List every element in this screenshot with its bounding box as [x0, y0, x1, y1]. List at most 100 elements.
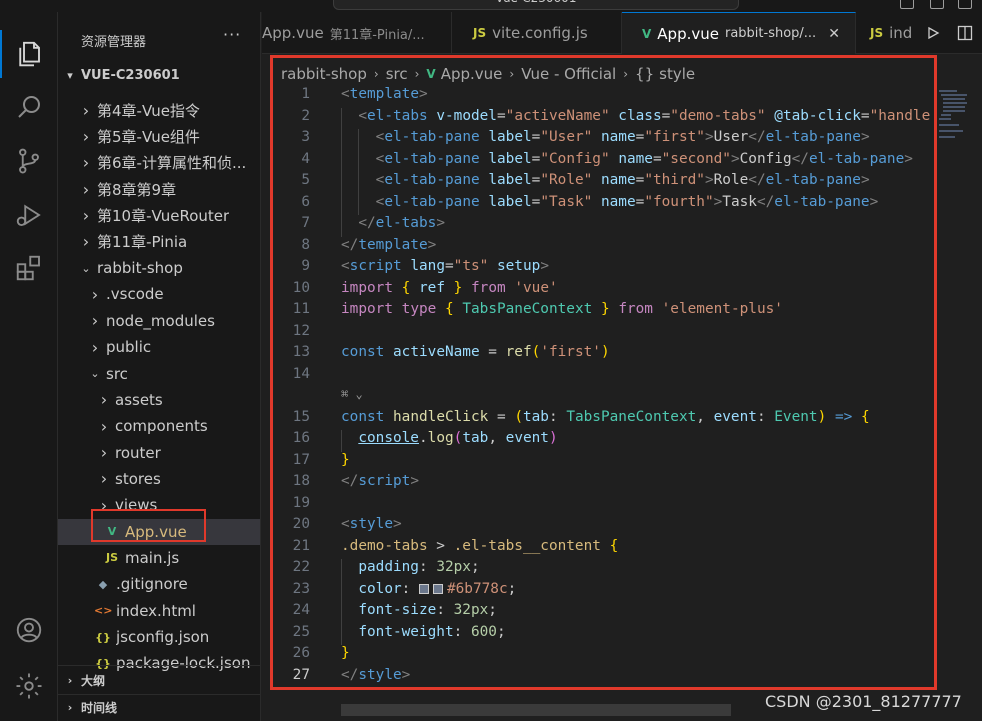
code-line[interactable]: 15 const handleClick = (tab: TabsPaneCont…	[262, 409, 942, 431]
code-line[interactable]: 13 const activeName = ref('first')	[262, 344, 942, 366]
extensions-icon[interactable]	[11, 250, 47, 286]
breadcrumb-item[interactable]: src	[386, 65, 408, 83]
code-line[interactable]: 12	[262, 323, 942, 345]
customize-layout-icon[interactable]	[958, 0, 972, 9]
code-line[interactable]: 10 import { ref } from 'vue'	[262, 280, 942, 302]
horizontal-scrollbar[interactable]	[341, 704, 731, 716]
run-debug-icon[interactable]	[11, 197, 47, 233]
folder-6[interactable]: › 第6章-计算属性和侦...	[58, 150, 260, 176]
breadcrumb-item[interactable]: Vue - Official	[521, 65, 616, 83]
breadcrumb-item[interactable]: rabbit-shop	[281, 65, 367, 83]
outline-panel-header[interactable]: › 大纲	[58, 667, 260, 693]
folder-stores[interactable]: › stores	[58, 466, 260, 492]
folder-assets[interactable]: › assets	[58, 387, 260, 413]
breadcrumb-item[interactable]: App.vue	[441, 65, 503, 83]
code-line[interactable]: 5 <el-tab-pane label="Role" name="third">…	[262, 172, 942, 194]
indent-guide	[358, 129, 360, 151]
folder-public[interactable]: › public	[58, 334, 260, 360]
code-line[interactable]: 11 import type { TabsPaneContext } from '…	[262, 301, 942, 323]
code-line[interactable]: 3 <el-tab-pane label="User" name="first">…	[262, 129, 942, 151]
code-token: "Task"	[540, 193, 593, 210]
code-line[interactable]: 22 padding: 32px;	[262, 559, 942, 581]
code-token: ;	[496, 623, 506, 640]
search-icon[interactable]	[11, 89, 47, 125]
folder-8-9[interactable]: › 第8章第9章	[58, 176, 260, 202]
folder-views[interactable]: › views	[58, 492, 260, 518]
settings-gear-icon[interactable]	[11, 668, 47, 704]
code-line[interactable]: 2 <el-tabs v-model="activeName" class="de…	[262, 107, 942, 129]
workspace-root-folder[interactable]: ▾ VUE-C230601	[58, 62, 260, 88]
toggle-panel-icon[interactable]	[900, 0, 914, 9]
code-line[interactable]: 19	[262, 495, 942, 517]
folder-components[interactable]: › components	[58, 413, 260, 439]
folder-4-vue[interactable]: › 第4章-Vue指令	[58, 97, 260, 123]
timeline-panel-header[interactable]: › 时间线	[58, 694, 260, 720]
code-token: ;	[470, 559, 480, 575]
line-number: 13	[292, 344, 310, 360]
file-main-js[interactable]: JS main.js	[58, 545, 260, 571]
color-swatch-icon[interactable]	[432, 583, 443, 594]
code-editor[interactable]: 1 <template> 2 <el-tabs v-model="activeName…	[262, 86, 942, 696]
code-token: ,	[488, 430, 506, 446]
code-line[interactable]: 26}	[262, 645, 942, 667]
minimap[interactable]	[937, 90, 969, 150]
folder-5-vue[interactable]: › 第5章-Vue组件	[58, 123, 260, 149]
tab-app-vue-rabbit-shop[interactable]: V App.vue rabbit-shop/... ✕	[622, 12, 856, 54]
code-token: Task	[722, 193, 757, 210]
more-actions-icon[interactable]: ···	[223, 25, 241, 44]
code-line[interactable]: 7 </el-tabs>	[262, 215, 942, 237]
code-line[interactable]: 24 font-size: 32px;	[262, 602, 942, 624]
file-gitignore[interactable]: ◆ .gitignore	[58, 571, 260, 597]
code-token: >	[730, 150, 740, 167]
folder-11-pinia[interactable]: › 第11章-Pinia	[58, 229, 260, 255]
code-line[interactable]: 6 <el-tab-pane label="Task" name="fourth"…	[262, 193, 942, 215]
file-jsconfig-json[interactable]: {} jsconfig.json	[58, 624, 260, 650]
breadcrumb-item[interactable]: style	[659, 65, 695, 83]
code-token: const	[341, 344, 385, 360]
code-line[interactable]: ⌘ ⌄	[262, 387, 942, 409]
indent-guide	[358, 193, 360, 215]
tab-vite-config[interactable]: JS vite.config.js	[452, 12, 622, 54]
code-line[interactable]: 27 </style>	[262, 667, 942, 689]
code-line[interactable]: 18 </script>	[262, 473, 942, 495]
folder-src[interactable]: ⌄ src	[58, 361, 260, 387]
code-token: font-weight	[358, 623, 454, 640]
folder-10-vuerouter[interactable]: › 第10章-VueRouter	[58, 202, 260, 228]
folder-rabbit-shop[interactable]: ⌄ rabbit-shop	[58, 255, 260, 281]
source-control-icon[interactable]	[11, 143, 47, 179]
folder-vscode[interactable]: › .vscode	[58, 281, 260, 307]
close-icon[interactable]: ✕	[828, 26, 840, 42]
run-icon[interactable]	[922, 22, 944, 44]
codelens-icon[interactable]: ⌘ ⌄	[341, 387, 363, 401]
code-line[interactable]: 21 .demo-tabs > .el-tabs__content {	[262, 538, 942, 560]
color-swatch-icon[interactable]	[418, 583, 429, 594]
code-line[interactable]: 8 </template>	[262, 237, 942, 259]
file-app-vue[interactable]: V App.vue	[58, 518, 260, 545]
tab-index[interactable]: JS ind	[856, 12, 918, 54]
explorer-icon[interactable]	[11, 36, 47, 72]
code-text: }	[341, 452, 350, 468]
command-center-search[interactable]: Vue-C230601	[333, 0, 739, 10]
toggle-secondary-sidebar-icon[interactable]	[930, 0, 944, 9]
folder-node-modules[interactable]: › node_modules	[58, 308, 260, 334]
tab-app-vue-pinia[interactable]: App.vue 第11章-Pinia/...	[262, 12, 452, 54]
file-index-html[interactable]: <> index.html	[58, 598, 260, 624]
split-editor-icon[interactable]	[954, 22, 976, 44]
code-line[interactable]: 1 <template>	[262, 86, 942, 108]
code-line[interactable]: 20 <style>	[262, 516, 942, 538]
code-line[interactable]: 23 color: #6b778c;	[262, 580, 942, 602]
code-line[interactable]: 14	[262, 366, 942, 388]
folder-router[interactable]: › router	[58, 440, 260, 466]
account-icon[interactable]	[11, 612, 47, 648]
code-token: ,	[696, 408, 714, 425]
code-line[interactable]: 9 <script lang="ts" setup>	[262, 258, 942, 280]
chevron-right-icon: ›	[82, 232, 90, 252]
code-line[interactable]: 16 console.log(tab, event)	[262, 430, 942, 452]
line-number: 2	[301, 107, 310, 124]
code-line[interactable]: 17}	[262, 452, 942, 474]
tree-item-label: .vscode	[106, 285, 164, 304]
code-line[interactable]: 25 font-weight: 600;	[262, 623, 942, 645]
code-line[interactable]: 4 <el-tab-pane label="Config" name="secon…	[262, 150, 942, 172]
